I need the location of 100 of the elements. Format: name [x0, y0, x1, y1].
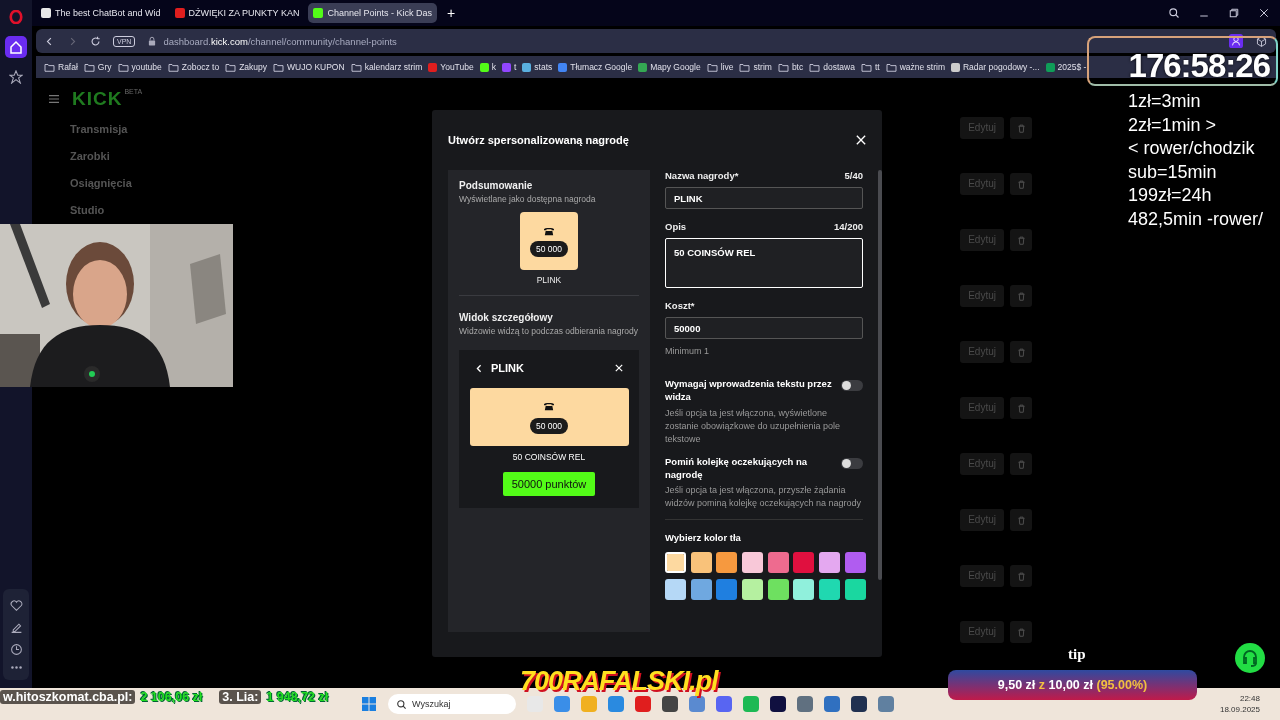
- folder-icon: [83, 62, 95, 72]
- app-icon[interactable]: [851, 696, 867, 712]
- bookmark[interactable]: dostawa: [809, 62, 855, 72]
- bookmark[interactable]: k: [479, 62, 496, 72]
- browser-tab[interactable]: DŹWIĘKI ZA PUNKTY KAN: [169, 3, 305, 23]
- back-icon[interactable]: [475, 363, 483, 373]
- browser-tab[interactable]: The best ChatBot and Wid: [36, 3, 166, 23]
- search-icon[interactable]: [1168, 7, 1180, 19]
- app-icon[interactable]: [770, 696, 786, 712]
- ticker-name: w.hitoszkomat.cba.pl:: [0, 690, 136, 704]
- headset-button[interactable]: [1235, 643, 1265, 673]
- input-field[interactable]: PLINK: [665, 187, 863, 209]
- color-swatch[interactable]: [819, 579, 841, 601]
- menu-icon[interactable]: [48, 94, 60, 104]
- bookmark[interactable]: Gry: [83, 62, 112, 72]
- new-tab-button[interactable]: +: [440, 5, 462, 21]
- address-field[interactable]: dashboard.kick.com/channel/community/channel-points: [163, 35, 397, 47]
- bookmark[interactable]: Zobocz to: [167, 62, 220, 72]
- field-label: Koszt*: [665, 300, 695, 311]
- bookmark[interactable]: YouTube: [428, 62, 474, 72]
- color-swatch[interactable]: [767, 579, 789, 601]
- app-icon[interactable]: [689, 696, 705, 712]
- toggle-description: Jeśli opcja ta jest włączona, przyszłe żądania widzów pominą kolejkę oczekujących na nagrody: [665, 484, 863, 511]
- redeem-button[interactable]: 50000 punktów: [502, 472, 596, 497]
- app-icon[interactable]: [662, 696, 678, 712]
- folder-icon: [350, 62, 362, 72]
- input-field[interactable]: 50000: [665, 317, 863, 339]
- bookmark[interactable]: t: [501, 62, 517, 72]
- input-field[interactable]: 50 COINSÓW REL: [665, 238, 863, 288]
- kick-logo[interactable]: KICK: [72, 88, 123, 110]
- bookmark[interactable]: kalendarz strim: [350, 62, 423, 72]
- color-swatch[interactable]: [690, 579, 712, 601]
- restore-icon[interactable]: [1228, 7, 1240, 19]
- taskbar-search-field[interactable]: Wyszukaj: [388, 694, 516, 714]
- overlay-note: < rower/chodzik: [1128, 137, 1256, 160]
- color-swatch[interactable]: [767, 552, 789, 574]
- color-swatch[interactable]: [844, 579, 866, 601]
- trash-icon: [1016, 347, 1026, 357]
- trash-icon: [1016, 179, 1026, 189]
- overlay-note: 2zł=1min >: [1128, 113, 1218, 137]
- toggle-label: Pomiń kolejkę oczekujących na nagrodę: [665, 455, 809, 482]
- taskbar-clock[interactable]: 22:48 18.09.2025: [1219, 694, 1260, 714]
- bookmark[interactable]: 2025$ -: [1045, 62, 1087, 72]
- bookmark[interactable]: WUJO KUPON: [273, 62, 345, 72]
- bookmark[interactable]: Zakupy: [225, 62, 267, 72]
- edit-icon[interactable]: [9, 621, 23, 634]
- reward-description: 50 COINSÓW REL: [512, 452, 586, 463]
- bookmark[interactable]: stats: [522, 62, 553, 72]
- color-swatch[interactable]: [716, 579, 738, 601]
- color-swatch[interactable]: [844, 552, 866, 574]
- heart-icon[interactable]: [9, 599, 23, 612]
- trash-icon: [1016, 571, 1026, 581]
- trash-icon: [1016, 235, 1026, 245]
- color-swatch[interactable]: [819, 552, 841, 574]
- trash-icon: [1016, 123, 1026, 133]
- home-icon[interactable]: [5, 36, 27, 58]
- color-swatch[interactable]: [742, 552, 764, 574]
- scrollbar[interactable]: [878, 170, 882, 580]
- browser-tab[interactable]: Channel Points - Kick Das: [308, 3, 437, 23]
- bookmark[interactable]: Tłumacz Google: [558, 62, 633, 72]
- overlay-note: 199zł=24h: [1128, 184, 1213, 207]
- folder-icon: [225, 62, 237, 72]
- trash-icon: [1016, 459, 1026, 469]
- toggle-switch[interactable]: [841, 457, 863, 469]
- overlay-note: sub=15min: [1128, 160, 1218, 184]
- bookmark[interactable]: youtube: [117, 62, 162, 72]
- star-icon[interactable]: [9, 70, 23, 84]
- section-subtitle: Widzowie widzą to podczas odbierania nagrody: [459, 326, 639, 337]
- windows-start-icon[interactable]: [361, 696, 377, 712]
- color-swatch[interactable]: [742, 579, 764, 601]
- bookmark[interactable]: Mapy Google: [638, 62, 701, 72]
- section-subtitle: Wyświetlane jako dostępna nagroda: [459, 194, 597, 205]
- toggle-switch[interactable]: [841, 380, 863, 391]
- trash-icon: [1016, 291, 1026, 301]
- close-icon[interactable]: [1258, 7, 1270, 19]
- opera-logo-icon[interactable]: [9, 10, 23, 24]
- bookmark[interactable]: btc: [777, 62, 804, 72]
- bookmark[interactable]: live: [706, 62, 734, 72]
- color-swatch[interactable]: [665, 579, 686, 601]
- color-swatch[interactable]: [793, 552, 815, 574]
- char-count: 14/200: [833, 221, 863, 232]
- overlay-note: 1zł=3min: [1128, 90, 1202, 113]
- clock-icon[interactable]: [9, 643, 23, 656]
- color-swatch[interactable]: [793, 579, 815, 601]
- trash-icon: [1016, 403, 1026, 413]
- color-swatch[interactable]: [665, 552, 686, 574]
- folder-icon: [167, 62, 179, 72]
- phone-icon: [543, 400, 555, 411]
- reload-icon[interactable]: [90, 35, 101, 47]
- color-swatch[interactable]: [690, 552, 712, 574]
- bookmark[interactable]: ważne strim: [885, 62, 945, 72]
- folder-icon: [739, 62, 751, 72]
- color-swatch[interactable]: [716, 552, 738, 574]
- bookmark[interactable]: Rafał: [44, 62, 78, 72]
- bookmark[interactable]: Radar pogodowy -...: [951, 62, 1040, 72]
- bookmark[interactable]: strim: [739, 62, 772, 72]
- search-icon: [396, 698, 407, 710]
- toggle-label: Wymagaj wprowadzenia tekstu przez widza: [665, 378, 833, 404]
- more-icon[interactable]: [9, 665, 23, 670]
- bookmark[interactable]: tt: [860, 62, 880, 72]
